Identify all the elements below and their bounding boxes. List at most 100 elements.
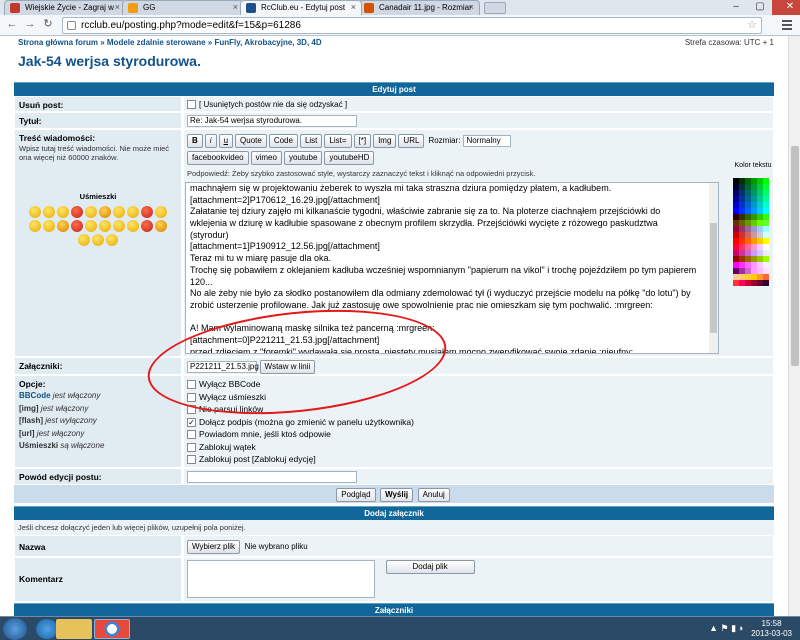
browser-tab-2[interactable]: RcClub.eu - Edytuj post × xyxy=(240,0,362,15)
menu-icon[interactable] xyxy=(782,20,792,30)
option-note: Uśmieszki są włączone xyxy=(19,440,177,453)
explorer-icon[interactable] xyxy=(56,619,92,639)
add-file-button[interactable]: Dodaj plik xyxy=(385,560,475,574)
tab-close-icon[interactable]: × xyxy=(469,2,474,12)
smiley-icon[interactable] xyxy=(71,220,83,232)
close-window-button[interactable]: ✕ xyxy=(772,0,800,15)
restore-button[interactable]: ▢ xyxy=(748,0,772,15)
option-checkbox[interactable] xyxy=(187,442,196,452)
message-help: Wpisz tutaj treść wiadomości. Nie może m… xyxy=(19,144,170,162)
media-button-2[interactable]: youtube xyxy=(283,151,323,165)
address-bar[interactable]: rcclub.eu/posting.php?mode=edit&f=15&p=6… xyxy=(62,17,762,34)
message-line: Teraz mi tu w miarę pasuje dla oka. xyxy=(190,253,332,264)
smiley-icon[interactable] xyxy=(85,220,97,232)
tray-icons[interactable]: ▲ ⚑ ▮ ◗ xyxy=(709,623,744,634)
breadcrumb[interactable]: Strona główna forum » Modele zdalnie ste… xyxy=(18,38,322,47)
choose-file-button[interactable]: Wybierz plik xyxy=(187,540,241,554)
page-scrollbar[interactable] xyxy=(788,36,800,616)
reload-icon[interactable]: ↻ xyxy=(40,18,56,32)
smiley-icon[interactable] xyxy=(71,206,83,218)
option-note-name: [img] xyxy=(19,403,39,413)
bookmark-star-icon[interactable]: ☆ xyxy=(747,18,757,33)
media-button-3[interactable]: youtubeHD xyxy=(324,151,375,165)
smiley-icon[interactable] xyxy=(113,206,125,218)
page-title[interactable]: Jak-54 werjsa styrodurowa. xyxy=(18,53,201,69)
start-button[interactable] xyxy=(3,618,27,640)
attachments-header: Załączniki xyxy=(14,603,774,616)
color-palette[interactable] xyxy=(733,178,773,286)
option-note-name[interactable]: BBCode xyxy=(19,391,51,400)
attachment-intro: Jeśli chcesz dołączyć jeden lub więcej p… xyxy=(14,520,774,535)
option-label: Zablokuj post [Zablokuj edycję] xyxy=(199,454,316,464)
submit-bar: Podgląd Wyślij Anuluj xyxy=(14,485,774,503)
option-label: Dołącz podpis (można go zmienić w panelu… xyxy=(199,416,414,427)
browser-tab-1[interactable]: GG × xyxy=(122,0,244,15)
smiley-icon[interactable] xyxy=(29,220,41,232)
back-icon[interactable]: ← xyxy=(4,18,20,32)
smiley-icon[interactable] xyxy=(85,206,97,218)
option-checkbox[interactable] xyxy=(187,417,196,427)
submit-button[interactable]: Wyślij xyxy=(380,488,414,502)
smiley-icon[interactable] xyxy=(29,206,41,218)
ie-icon[interactable] xyxy=(36,619,58,639)
smiley-icon[interactable] xyxy=(141,220,153,232)
smiley-icon[interactable] xyxy=(127,206,139,218)
options-label: Opcje: xyxy=(19,379,46,389)
tab-close-icon[interactable]: × xyxy=(351,2,356,12)
smiley-icon[interactable] xyxy=(106,234,118,246)
tab-close-icon[interactable]: × xyxy=(233,2,238,12)
smiley-icon[interactable] xyxy=(155,220,167,232)
bbcode-button-3[interactable]: Quote xyxy=(235,134,267,148)
option-note-state: jest włączony xyxy=(40,403,89,413)
forward-icon[interactable]: → xyxy=(22,18,38,32)
new-tab-button[interactable] xyxy=(484,2,506,14)
message-line: [attachment=2]P170612_16.29.jpg[/attachm… xyxy=(190,194,380,205)
comment-textarea[interactable] xyxy=(187,560,375,598)
textarea-scrollbar[interactable] xyxy=(709,183,718,353)
bbcode-button-0[interactable]: B xyxy=(187,134,203,148)
smiley-icon[interactable] xyxy=(113,220,125,232)
bbcode-button-7[interactable]: [*] xyxy=(353,134,372,148)
subject-label: Tytuł: xyxy=(14,112,182,129)
chrome-icon[interactable] xyxy=(94,619,130,639)
smiley-icon[interactable] xyxy=(57,220,69,232)
subject-input[interactable]: Re: Jak-54 werjsa styrodurowa. xyxy=(187,115,357,127)
cancel-button[interactable]: Anuluj xyxy=(417,488,450,502)
page-icon xyxy=(67,21,76,30)
smiley-icon[interactable] xyxy=(57,206,69,218)
reason-input[interactable] xyxy=(187,471,357,483)
message-line: (styrodur) xyxy=(190,229,229,240)
preview-button[interactable]: Podgląd xyxy=(336,488,376,502)
smiley-icon[interactable] xyxy=(99,220,111,232)
bbcode-button-8[interactable]: Img xyxy=(373,134,397,148)
smiley-icon[interactable] xyxy=(92,234,104,246)
smiley-icon[interactable] xyxy=(141,206,153,218)
browser-tab-0[interactable]: Wiejskie Życie - Zagraj w × xyxy=(4,0,126,15)
color-swatch[interactable] xyxy=(763,280,769,286)
delete-checkbox[interactable] xyxy=(187,100,196,110)
bbcode-button-6[interactable]: List= xyxy=(324,134,352,148)
bbcode-button-9[interactable]: URL xyxy=(398,134,425,148)
smiley-icon[interactable] xyxy=(99,206,111,218)
smiley-icon[interactable] xyxy=(43,220,55,232)
smiley-icon[interactable] xyxy=(155,206,167,218)
option-checkbox[interactable] xyxy=(187,455,196,465)
smiley-icon[interactable] xyxy=(78,234,90,246)
option-note: [flash] jest wyłączony xyxy=(19,415,177,428)
bbcode-button-2[interactable]: u xyxy=(218,134,234,148)
smiley-icon[interactable] xyxy=(43,206,55,218)
tab-label: Canadair 11.jpg - Rozmiar xyxy=(379,3,472,12)
browser-tab-3[interactable]: Canadair 11.jpg - Rozmiar × xyxy=(358,0,480,15)
bbcode-button-5[interactable]: List xyxy=(299,134,323,148)
tab-favicon-icon xyxy=(246,3,256,13)
minimize-button[interactable]: – xyxy=(724,0,748,15)
media-button-1[interactable]: vimeo xyxy=(250,151,282,165)
bbcode-button-4[interactable]: Code xyxy=(268,134,298,148)
media-button-0[interactable]: facebookvideo xyxy=(187,151,249,165)
clock[interactable]: 15:58 2013-03-03 xyxy=(751,619,792,639)
option-checkbox[interactable] xyxy=(187,430,196,440)
tab-close-icon[interactable]: × xyxy=(115,2,120,12)
smiley-icon[interactable] xyxy=(127,220,139,232)
bbcode-button-1[interactable]: i xyxy=(204,134,217,148)
font-size-select[interactable]: Normalny xyxy=(463,135,512,147)
